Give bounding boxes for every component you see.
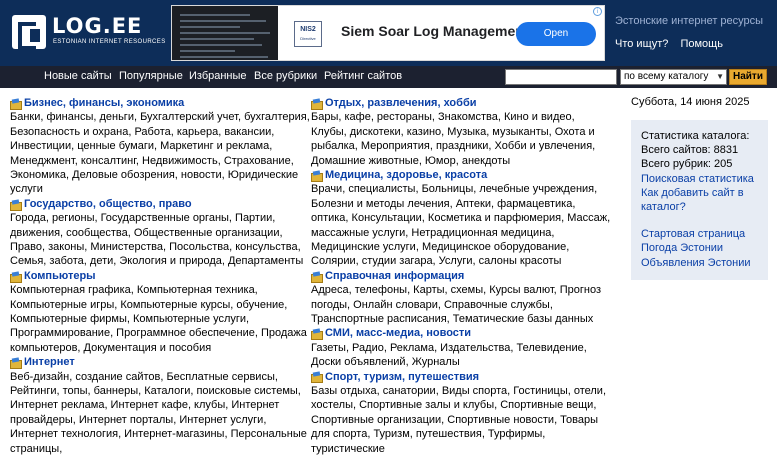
folder-icon [311,171,323,182]
category-title[interactable]: Медицина, здоровье, красота [325,168,487,182]
logo-subtitle: ESTONIAN INTERNET RESOURCES [53,39,166,45]
folder-icon [10,200,22,211]
category-subcategories[interactable]: Врачи, специалисты, Больницы, лечебные у… [311,182,611,268]
folder-icon [311,372,323,384]
category-title[interactable]: Спорт, туризм, путешествия [325,370,479,384]
add-site-link[interactable]: Как добавить сайт в каталог? [641,186,768,214]
folder-icon [311,99,323,110]
category-leisure: Отдых, развлечения, хобби Бары, кафе, ре… [311,96,611,168]
category-state: Государство, общество, право Города, рег… [10,197,310,269]
search-input[interactable] [505,69,617,85]
rubrics-count: Всего рубрик: 205 [641,158,733,171]
search-stats-link[interactable]: Поисковая статистика [641,172,768,186]
category-sport: Спорт, туризм, путешествия Базы отдыха, … [311,370,611,456]
category-subcategories[interactable]: Города, регионы, Государственные органы,… [10,211,310,269]
folder-icon [311,329,323,341]
folder-icon [10,358,22,369]
ad-open-button[interactable]: Open [516,22,596,46]
find-button[interactable]: Найти [729,69,767,85]
folder-icon [10,99,22,110]
ad-info-icon[interactable]: i [593,7,602,16]
chevron-down-icon: ▼ [716,72,724,81]
site-tagline: Эстонские интернет ресурсы [615,15,764,27]
category-reference: Справочная информация Адреса, телефоны, … [311,269,611,327]
ad-banner[interactable]: NIS2 Directive Siem Soar Log Management O… [171,5,605,61]
category-subcategories[interactable]: Компьютерная графика, Компьютерная техни… [10,283,310,355]
current-date: Суббота, 14 июня 2025 [631,96,750,108]
help-link[interactable]: Помощь [680,38,723,50]
category-title[interactable]: Интернет [24,355,75,369]
folder-icon [10,272,22,283]
category-title[interactable]: Бизнес, финансы, экономика [24,96,184,110]
ads-link[interactable]: Объявления Эстонии [641,256,768,270]
header-links: Что ищут? Помощь [615,38,732,50]
category-computers: Компьютеры Компьютерная графика, Компьют… [10,269,310,355]
logo-mark [12,15,46,50]
start-page-link[interactable]: Стартовая страница [641,227,768,241]
main-nav: Новые сайты Популярные Избранные Все руб… [0,66,777,88]
category-column-right: Отдых, развлечения, хобби Бары, кафе, ре… [311,96,611,456]
category-title[interactable]: Отдых, развлечения, хобби [325,96,477,110]
nav-new-sites[interactable]: Новые сайты [44,70,112,82]
ad-nis2-badge: NIS2 Directive [294,21,322,47]
what-searched-link[interactable]: Что ищут? [615,38,668,50]
search-scope-value: по всему каталогу [624,71,709,82]
logo-text: LOG.EE [52,14,143,38]
category-column-left: Бизнес, финансы, экономика Банки, финанс… [10,96,310,456]
category-title[interactable]: Справочная информация [325,269,464,283]
category-subcategories[interactable]: Адреса, телефоны, Карты, схемы, Курсы ва… [311,283,611,326]
nav-favorites[interactable]: Избранные [189,70,247,82]
search-scope-select[interactable]: по всему каталогу ▼ [620,69,727,85]
weather-link[interactable]: Погода Эстонии [641,241,768,255]
ad-title[interactable]: Siem Soar Log Management [341,23,528,39]
category-title[interactable]: СМИ, масс-медиа, новости [325,326,471,340]
folder-icon [311,272,323,283]
nav-site-rating[interactable]: Рейтинг сайтов [324,70,402,82]
catalog-stats-box: Статистика каталога: Всего сайтов: 8831 … [631,120,768,280]
category-title[interactable]: Государство, общество, право [24,197,192,211]
site-logo[interactable]: LOG.EE ESTONIAN INTERNET RESOURCES [12,14,165,50]
category-subcategories[interactable]: Веб-дизайн, создание сайтов, Бесплатные … [10,370,310,456]
category-title[interactable]: Компьютеры [24,269,96,283]
sites-count: Всего сайтов: 8831 [641,144,739,157]
nav-popular[interactable]: Популярные [119,70,183,82]
nav-all-rubrics[interactable]: Все рубрики [254,70,317,82]
category-internet: Интернет Веб-дизайн, создание сайтов, Бе… [10,355,310,456]
site-header: LOG.EE ESTONIAN INTERNET RESOURCES NIS2 D… [0,0,777,66]
category-subcategories[interactable]: Базы отдыха, санатории, Виды спорта, Гос… [311,384,611,456]
sidebar: Суббота, 14 июня 2025 Статистика каталог… [631,96,777,280]
category-subcategories[interactable]: Газеты, Радио, Реклама, Издательства, Те… [311,341,611,370]
category-business: Бизнес, финансы, экономика Банки, финанс… [10,96,310,197]
category-subcategories[interactable]: Бары, кафе, рестораны, Знакомства, Кино … [311,110,611,168]
category-media: СМИ, масс-медиа, новости Газеты, Радио, … [311,326,611,369]
ad-screenshot-image [172,6,278,60]
category-subcategories[interactable]: Банки, финансы, деньги, Бухгалтерский уч… [10,110,310,196]
stats-title: Статистика каталога: [641,130,750,142]
category-medicine: Медицина, здоровье, красота Врачи, специ… [311,168,611,269]
